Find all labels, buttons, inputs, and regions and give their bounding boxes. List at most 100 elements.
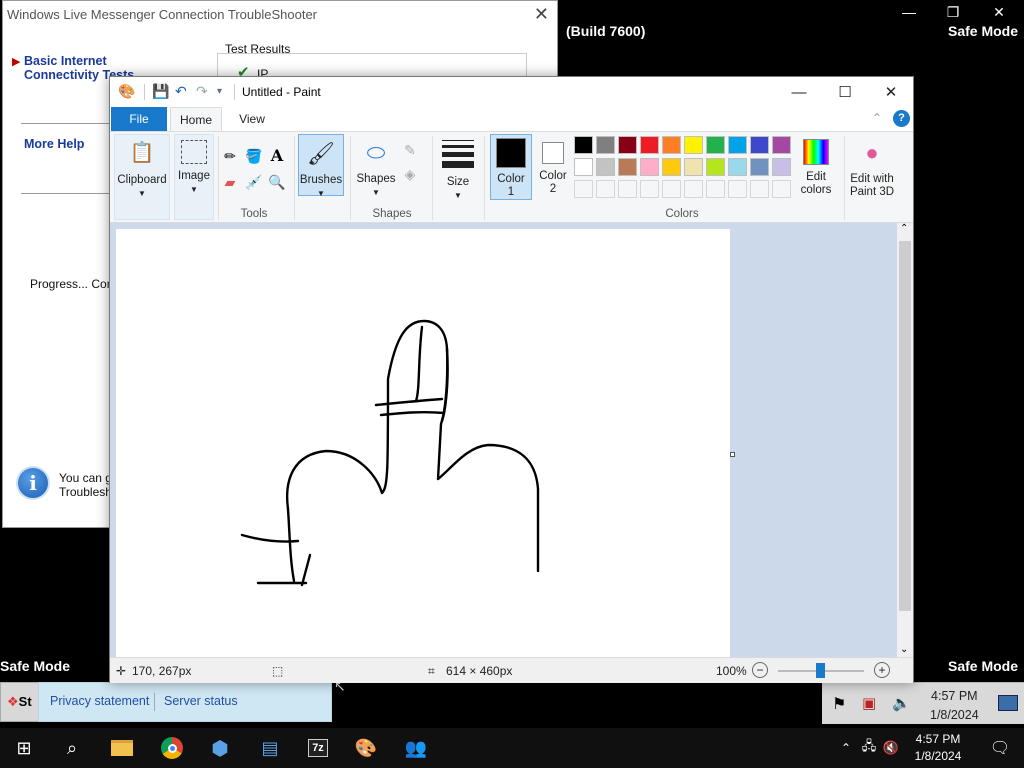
- custom-color-slot[interactable]: [574, 180, 593, 198]
- fill-icon[interactable]: 🪣: [244, 146, 264, 166]
- palette-swatch[interactable]: [618, 136, 637, 154]
- text-icon[interactable]: A: [267, 145, 287, 165]
- palette-swatch[interactable]: [772, 136, 791, 154]
- custom-color-slot[interactable]: [772, 180, 791, 198]
- palette-swatch[interactable]: [662, 136, 681, 154]
- clipboard-label: Clipboard: [117, 174, 167, 186]
- outline-icon[interactable]: ✎: [400, 140, 420, 160]
- palette-swatch[interactable]: [728, 158, 747, 176]
- shapes-button[interactable]: ⬭ Shapes ▼: [354, 134, 398, 199]
- palette-swatch[interactable]: [618, 158, 637, 176]
- nav-more-help[interactable]: More Help: [24, 137, 84, 151]
- palette-swatch[interactable]: [728, 136, 747, 154]
- volume-muted-icon[interactable]: 🔇: [880, 732, 902, 764]
- network-error-icon[interactable]: ▣: [862, 694, 876, 712]
- troubleshooter-close-icon[interactable]: ✕: [534, 4, 549, 25]
- flag-icon[interactable]: ⚑: [832, 694, 846, 714]
- vertical-scrollbar[interactable]: ⌃ ⌄: [897, 223, 913, 657]
- paint-taskbar-icon[interactable]: 🎨: [346, 732, 386, 764]
- show-desktop-icon[interactable]: [998, 695, 1018, 711]
- 7zip-icon[interactable]: 7z: [298, 732, 338, 764]
- server-status-link[interactable]: Server status: [164, 694, 238, 708]
- custom-color-slot[interactable]: [728, 180, 747, 198]
- volume-muted-icon[interactable]: 🔈: [892, 694, 911, 712]
- palette-swatch[interactable]: [662, 158, 681, 176]
- taskbar-clock[interactable]: 4:57 PM 1/8/2024: [908, 731, 968, 765]
- chrome-icon[interactable]: [152, 732, 192, 764]
- custom-color-slot[interactable]: [640, 180, 659, 198]
- status-bar: ✛ 170, 267px ⬚ ⌗ 614 × 460px 100% − +: [110, 657, 913, 683]
- palette-swatch[interactable]: [750, 136, 769, 154]
- legacy-clock[interactable]: 4:57 PM 1/8/2024: [930, 687, 979, 725]
- custom-color-slot[interactable]: [684, 180, 703, 198]
- palette-swatch[interactable]: [706, 136, 725, 154]
- custom-color-slot[interactable]: [618, 180, 637, 198]
- palette-swatch[interactable]: [640, 158, 659, 176]
- collapse-ribbon-icon[interactable]: ⌃: [872, 111, 882, 125]
- line-size-icon: [442, 140, 474, 168]
- undo-icon[interactable]: ↶: [175, 83, 187, 100]
- virtualbox-icon[interactable]: ⬢: [200, 732, 240, 764]
- custom-color-slot[interactable]: [706, 180, 725, 198]
- palette-swatch[interactable]: [574, 158, 593, 176]
- palette-swatch[interactable]: [596, 158, 615, 176]
- edit-colors-button[interactable]: Edit colors: [794, 134, 838, 197]
- pencil-icon[interactable]: ✏: [220, 146, 240, 166]
- network-icon[interactable]: 🖧: [858, 732, 880, 764]
- start-windows-icon[interactable]: ⊞: [4, 732, 44, 764]
- privacy-statement-link[interactable]: Privacy statement: [50, 694, 149, 708]
- paint3d-label-2: Paint 3D: [849, 186, 895, 198]
- color-picker-icon[interactable]: 💉: [244, 172, 264, 192]
- tab-home[interactable]: Home: [170, 107, 222, 131]
- palette-swatch[interactable]: [750, 158, 769, 176]
- palette-swatch[interactable]: [772, 158, 791, 176]
- palette-swatch[interactable]: [706, 158, 725, 176]
- resize-handle-right[interactable]: [730, 452, 735, 457]
- show-hidden-icons-icon[interactable]: ⌃: [836, 732, 856, 764]
- palette-swatch[interactable]: [596, 136, 615, 154]
- help-icon[interactable]: ?: [893, 110, 910, 127]
- tab-file[interactable]: File: [111, 107, 167, 131]
- clipboard-button[interactable]: 📋 Clipboard ▼: [114, 134, 170, 220]
- minimize-icon[interactable]: —: [776, 77, 822, 107]
- app-icon[interactable]: ▤: [250, 732, 290, 764]
- palette-swatch[interactable]: [684, 158, 703, 176]
- size-button[interactable]: Size ▼: [436, 134, 480, 202]
- redo-icon[interactable]: ↷: [196, 83, 208, 100]
- bg-restore-icon[interactable]: ❐: [930, 0, 976, 24]
- color2-button[interactable]: Color 2: [536, 134, 570, 196]
- zoom-out-icon[interactable]: −: [752, 662, 768, 678]
- magnifier-icon[interactable]: 🔍: [267, 172, 287, 192]
- shape-fill-icon[interactable]: ◈: [400, 164, 420, 184]
- drawing-canvas[interactable]: [116, 229, 730, 657]
- selection-size-icon: ⬚: [272, 664, 284, 678]
- palette-swatch[interactable]: [684, 136, 703, 154]
- custom-color-slot[interactable]: [596, 180, 615, 198]
- notifications-icon[interactable]: 🗨: [980, 732, 1020, 764]
- custom-color-slot[interactable]: [750, 180, 769, 198]
- palette-swatch[interactable]: [574, 136, 593, 154]
- zoom-in-icon[interactable]: +: [874, 662, 890, 678]
- scroll-thumb[interactable]: [899, 241, 911, 611]
- color1-button[interactable]: Color 1: [490, 134, 532, 200]
- maximize-icon[interactable]: ☐: [822, 77, 868, 107]
- image-button[interactable]: Image ▼: [174, 134, 214, 220]
- custom-color-slot[interactable]: [662, 180, 681, 198]
- save-icon[interactable]: 💾: [152, 83, 169, 100]
- messenger-icon[interactable]: 👥: [396, 732, 436, 764]
- tab-view[interactable]: View: [228, 107, 276, 131]
- eraser-icon[interactable]: ▰: [220, 172, 240, 192]
- bg-minimize-icon[interactable]: —: [886, 0, 932, 24]
- file-explorer-icon[interactable]: [102, 732, 142, 764]
- palette-swatch[interactable]: [640, 136, 659, 154]
- close-icon[interactable]: ✕: [868, 77, 914, 107]
- bg-close-icon[interactable]: ✕: [976, 0, 1022, 24]
- scroll-up-icon[interactable]: ⌃: [900, 223, 908, 234]
- zoom-slider-thumb[interactable]: [816, 663, 825, 678]
- search-icon[interactable]: ⌕: [52, 732, 92, 764]
- legacy-start-button[interactable]: ❖St: [0, 682, 40, 722]
- scroll-down-icon[interactable]: ⌄: [900, 644, 908, 655]
- paint3d-button[interactable]: ● Edit with Paint 3D: [846, 134, 898, 199]
- customize-quick-access-icon[interactable]: ▾: [217, 86, 222, 97]
- brushes-button[interactable]: 🖌 Brushes ▼: [298, 134, 344, 198]
